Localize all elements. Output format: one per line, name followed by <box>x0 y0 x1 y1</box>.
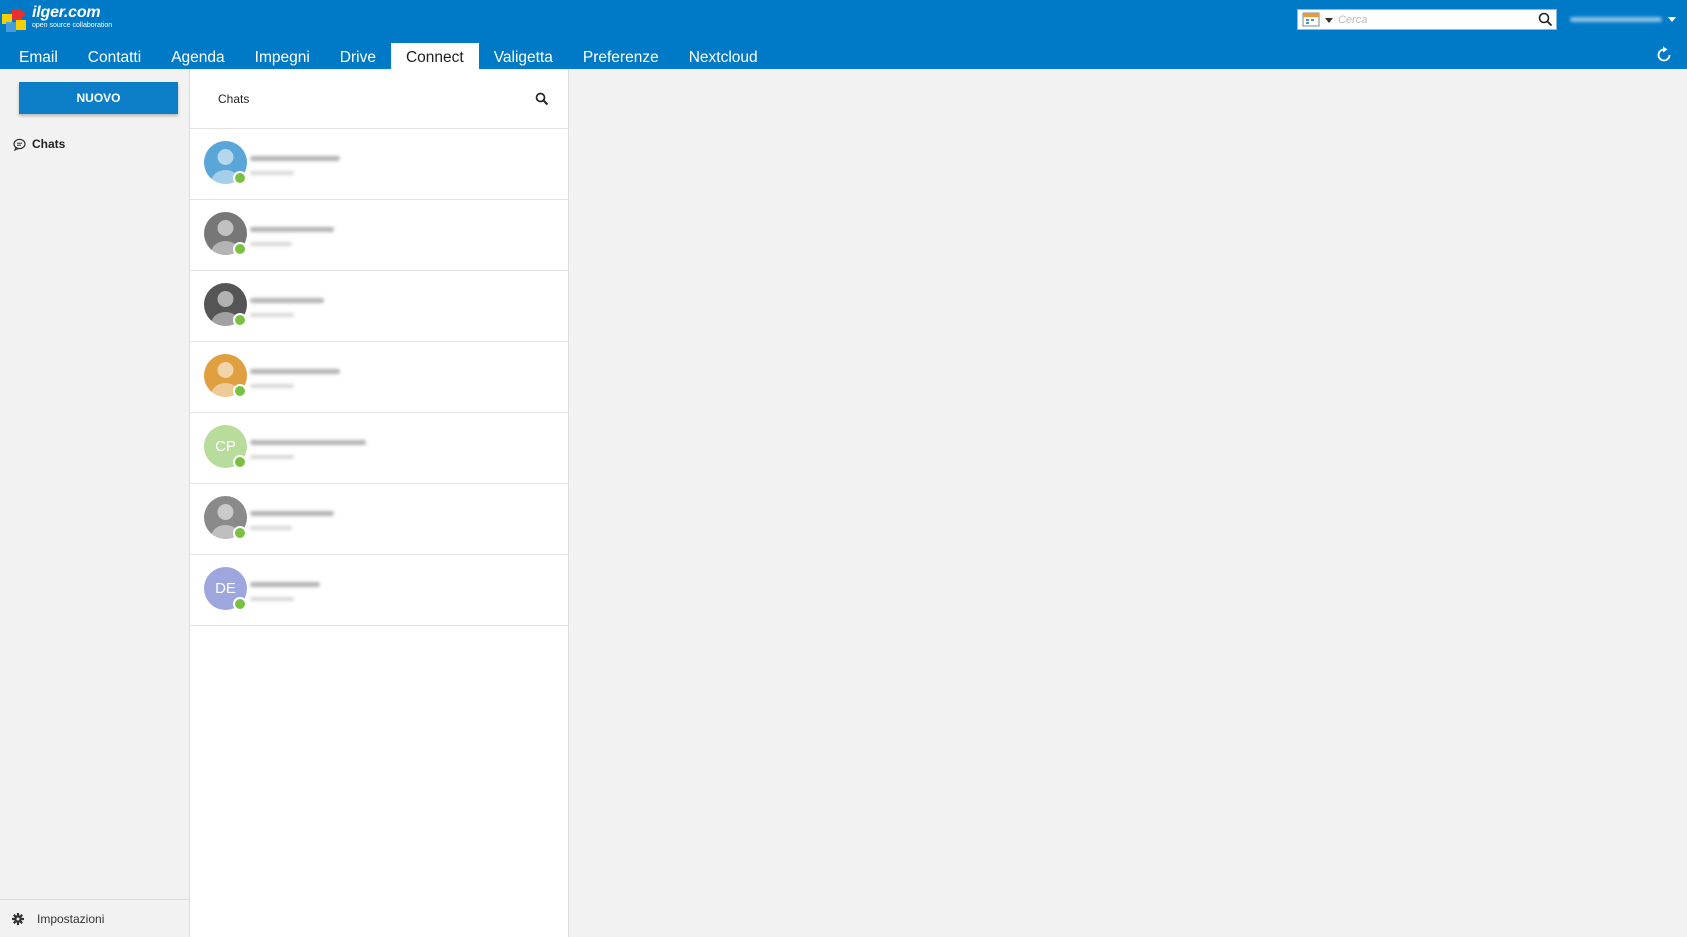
user-name-redacted <box>1570 17 1662 22</box>
chat-list-pane: Chats CP DE <box>190 69 569 937</box>
chat-list-item[interactable] <box>190 271 569 342</box>
chat-list-item[interactable]: CP <box>190 413 569 484</box>
user-menu[interactable] <box>1568 13 1678 27</box>
contact-status-redacted <box>250 455 294 459</box>
contact-name-redacted <box>250 227 334 232</box>
online-status-icon <box>233 242 247 256</box>
search-icon[interactable] <box>1538 12 1553 27</box>
contact-status-redacted <box>250 171 294 175</box>
contact-status-redacted <box>250 313 294 317</box>
chat-list-item[interactable] <box>190 129 569 200</box>
chevron-down-icon <box>1668 17 1676 22</box>
chat-icon <box>13 138 26 151</box>
contact-status-redacted <box>250 242 292 246</box>
contact-name-redacted <box>250 369 340 374</box>
brand-logo[interactable]: ilger.com open source collaboration <box>0 2 115 38</box>
settings-link[interactable]: Impostazioni <box>12 912 104 926</box>
search-icon[interactable] <box>535 92 549 106</box>
online-status-icon <box>233 313 247 327</box>
online-status-icon <box>233 455 247 469</box>
tab-connect[interactable]: Connect <box>390 43 479 69</box>
brand-name: ilger.com <box>32 4 101 21</box>
tab-email[interactable]: Email <box>0 43 73 69</box>
gear-icon <box>12 913 24 925</box>
tab-drive[interactable]: Drive <box>325 43 391 69</box>
top-bar: ilger.com open source collaboration Emai… <box>0 0 1687 69</box>
refresh-icon[interactable] <box>1655 46 1673 64</box>
contact-name-redacted <box>250 156 340 161</box>
contact-status-redacted <box>250 597 294 601</box>
sidebar-divider <box>0 899 190 900</box>
chat-list-item[interactable] <box>190 484 569 555</box>
sidebar-item-label: Chats <box>32 137 66 151</box>
avatar-initials: CP <box>215 438 236 455</box>
online-status-icon <box>233 526 247 540</box>
contact-name-redacted <box>250 298 324 303</box>
tab-agenda[interactable]: Agenda <box>156 43 239 69</box>
search-box <box>1297 9 1557 30</box>
search-scope-dropdown-icon[interactable] <box>1325 18 1333 23</box>
new-button[interactable]: NUOVO <box>19 82 178 114</box>
contact-status-redacted <box>250 384 294 388</box>
online-status-icon <box>233 597 247 611</box>
tab-impegni[interactable]: Impegni <box>240 43 325 69</box>
settings-label: Impostazioni <box>37 912 105 926</box>
contact-name-redacted <box>250 582 320 587</box>
contact-status-redacted <box>250 526 292 530</box>
contact-name-redacted <box>250 511 334 516</box>
chat-content-area <box>569 69 1687 937</box>
online-status-icon <box>233 384 247 398</box>
chat-list-header: Chats <box>190 69 569 129</box>
tab-nextcloud[interactable]: Nextcloud <box>674 43 773 69</box>
tab-preferenze[interactable]: Preferenze <box>568 43 674 69</box>
puzzle-logo-icon <box>2 10 26 32</box>
sidebar-item-chats[interactable]: Chats <box>13 135 65 153</box>
avatar-initials: DE <box>215 580 236 597</box>
chat-list-item[interactable]: DE <box>190 555 569 626</box>
online-status-icon <box>233 171 247 185</box>
chat-list-item[interactable] <box>190 342 569 413</box>
contact-name-redacted <box>250 440 366 445</box>
tab-contatti[interactable]: Contatti <box>73 43 156 69</box>
sidebar: NUOVO Chats Impostazioni <box>0 69 190 937</box>
search-input[interactable] <box>1338 11 1534 28</box>
chat-list-title: Chats <box>218 92 250 106</box>
chat-list-item[interactable] <box>190 200 569 271</box>
calendar-scope-icon[interactable] <box>1302 12 1320 27</box>
brand-tagline: open source collaboration <box>32 22 113 29</box>
main-nav: Email Contatti Agenda Impegni Drive Conn… <box>0 43 773 69</box>
tab-valigetta[interactable]: Valigetta <box>479 43 568 69</box>
